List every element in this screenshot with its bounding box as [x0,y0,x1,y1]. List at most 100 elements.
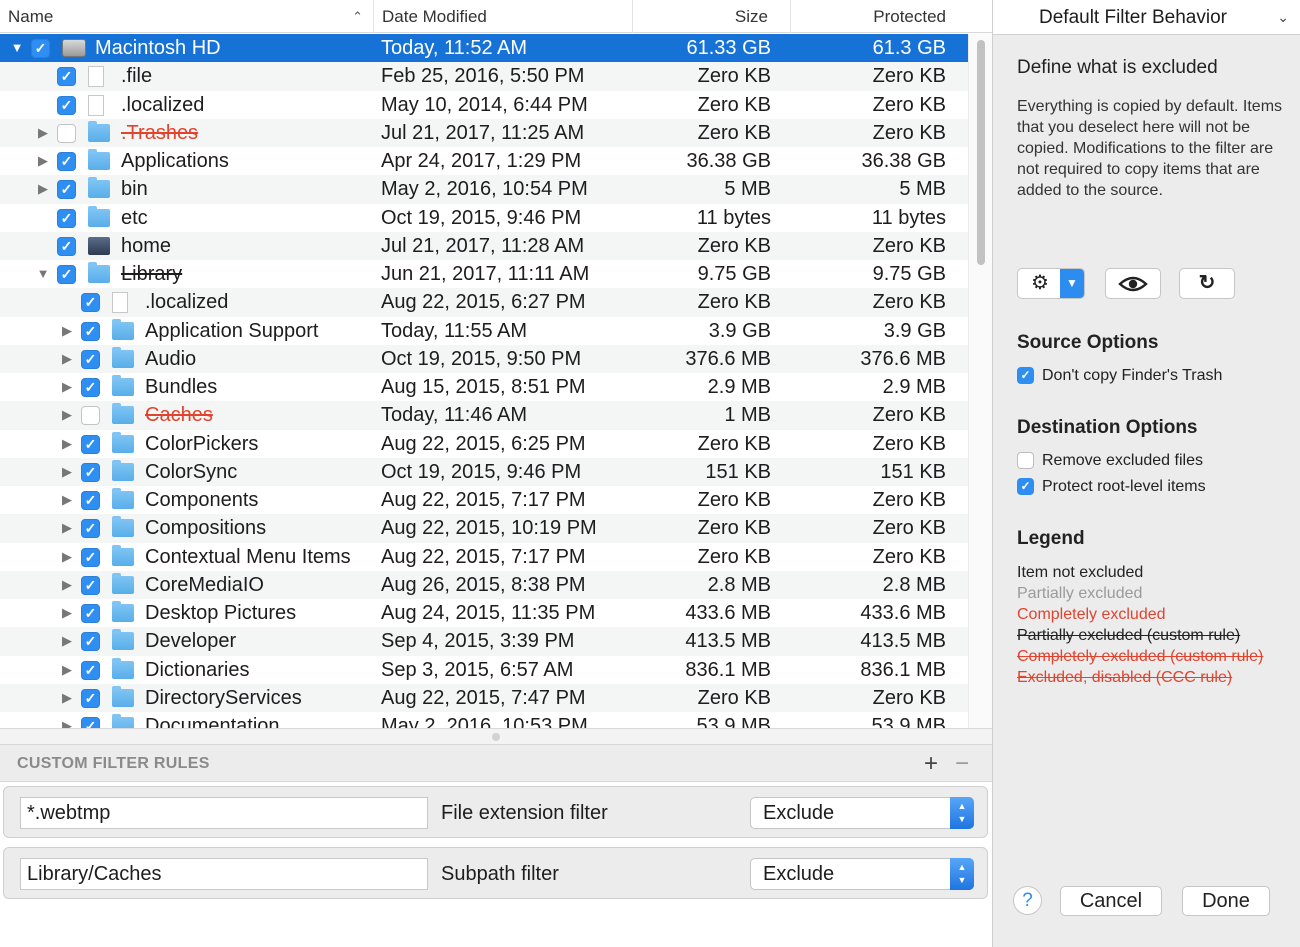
checkbox-checked[interactable]: ✓ [81,688,100,708]
checkbox-checked[interactable]: ✓ [81,717,100,728]
disclosure-collapsed-icon[interactable]: ▶ [60,656,74,684]
table-row[interactable]: ▶ ✓ ColorSync Oct 19, 2015, 9:46 PM 151 KB 15… [0,457,968,486]
disclosure-collapsed-icon[interactable]: ▶ [36,119,50,147]
disclosure-collapsed-icon[interactable]: ▶ [60,599,74,627]
table-row[interactable]: ✓ etc Oct 19, 2015, 9:46 PM 11 bytes 11 byte… [0,204,968,232]
checkbox-checked[interactable]: ✓ [81,547,100,567]
disclosure-collapsed-icon[interactable]: ▶ [60,627,74,655]
table-row[interactable]: ▼ ✓ Macintosh HD Today, 11:52 AM 61.33 GB 61.… [0,34,968,63]
disclosure-collapsed-icon[interactable]: ▶ [60,712,74,728]
file-name: DirectoryServices [145,686,302,709]
checkbox-checked[interactable]: ✓ [81,604,100,623]
column-header-size[interactable]: Size [633,0,791,33]
disclosure-collapsed-icon[interactable]: ▶ [60,571,74,599]
checkbox-checked[interactable]: ✓ [81,491,100,510]
column-name-label: Name [8,7,54,26]
disclosure-collapsed-icon[interactable]: ▶ [60,401,74,429]
table-row[interactable]: ▶ ✓ Bundles Aug 15, 2015, 8:51 PM 2.9 MB 2.9 … [0,373,968,401]
date-modified: Aug 26, 2015, 8:38 PM [381,573,586,596]
disclosure-collapsed-icon[interactable]: ▶ [60,543,74,571]
folder-icon [88,177,110,199]
checkbox-checked[interactable]: ✓ [57,265,76,284]
table-row[interactable]: ▼ ✓ Library Jun 21, 2017, 11:11 AM 9.75 GB 9.… [0,260,968,288]
date-modified: Oct 19, 2015, 9:50 PM [381,347,582,370]
rule-pattern-input[interactable] [20,858,428,890]
remove-rule-button[interactable]: − [951,751,973,777]
disclosure-collapsed-icon[interactable]: ▶ [60,430,74,458]
table-row[interactable]: ▶ ✓ Dictionaries Sep 3, 2015, 6:57 AM 836.1 … [0,656,968,684]
table-row[interactable]: ▶ ✓ CoreMediaIO Aug 26, 2015, 8:38 PM 2.8 MB… [0,570,968,599]
checkbox-checked[interactable]: ✓ [57,236,76,256]
rule-action-select[interactable]: Exclude ▲ ▼ [750,797,974,829]
table-row[interactable]: ▶ Caches Today, 11:46 AM 1 MB Zero KB [0,401,968,430]
checkbox-checked[interactable]: ✓ [81,575,100,595]
cancel-button[interactable]: Cancel [1060,886,1162,916]
checkbox-checked[interactable]: ✓ [81,519,100,539]
disclosure-collapsed-icon[interactable]: ▶ [60,317,74,345]
table-row[interactable]: ▶ ✓ bin May 2, 2016, 10:54 PM 5 MB 5 MB [0,175,968,204]
checkbox-checked[interactable]: ✓ [57,208,76,228]
disclosure-collapsed-icon[interactable]: ▶ [60,486,74,514]
table-row[interactable]: ▶ ✓ Contextual Menu Items Aug 22, 2015, 7:1… [0,543,968,571]
actions-menu-button[interactable]: ⚙ ▼ [1017,268,1085,299]
table-row[interactable]: ✓ .localized Aug 22, 2015, 6:27 PM Zero KB Z… [0,288,968,317]
reload-button[interactable]: ↻ [1179,268,1235,299]
table-row[interactable]: ✓ .file Feb 25, 2016, 5:50 PM Zero KB Zero K… [0,62,968,91]
protected-size: Zero KB [872,65,946,88]
rule-pattern-input[interactable] [20,797,428,829]
column-header-name[interactable]: Name ⌃ [0,0,374,33]
disclosure-collapsed-icon[interactable]: ▶ [60,684,74,712]
protected-size: Zero KB [872,489,946,511]
checkbox-checked[interactable]: ✓ [57,180,76,200]
table-row[interactable]: ▶ ✓ Documentation May 2, 2016, 10:53 PM 53.9… [0,712,968,728]
table-row[interactable]: ✓ home Jul 21, 2017, 11:28 AM Zero KB Zero K… [0,231,968,260]
disclosure-expanded-icon[interactable]: ▼ [10,34,24,62]
checkbox-checked[interactable]: ✓ [81,378,100,397]
table-row[interactable]: ▶ ✓ Applications Apr 24, 2017, 1:29 PM 36.38… [0,147,968,175]
file-size: Zero KB [697,291,771,314]
table-row[interactable]: ▶ ✓ ColorPickers Aug 22, 2015, 6:25 PM Zero … [0,430,968,458]
checkbox-checked[interactable]: ✓ [81,660,100,680]
disclosure-collapsed-icon[interactable]: ▶ [60,373,74,401]
help-button[interactable]: ? [1013,886,1042,915]
table-row[interactable]: ▶ ✓ Developer Sep 4, 2015, 3:39 PM 413.5 MB 4… [0,627,968,656]
column-header-date[interactable]: Date Modified [374,0,633,33]
checkbox-checked[interactable]: ✓ [57,95,76,115]
rule-action-select[interactable]: Exclude ▲ ▼ [750,858,974,890]
checkbox-checked[interactable]: ✓ [81,434,100,454]
disclosure-collapsed-icon[interactable]: ▶ [60,514,74,542]
split-view-divider[interactable] [0,728,992,744]
scroll-thumb[interactable] [977,40,985,265]
disclosure-expanded-icon[interactable]: ▼ [36,260,50,288]
table-row[interactable]: ▶ ✓ DirectoryServices Aug 22, 2015, 7:47 PM… [0,683,968,712]
checkbox-unchecked[interactable] [81,406,100,426]
checkbox-checked[interactable]: ✓ [31,39,50,58]
vertical-scrollbar[interactable] [968,34,992,728]
table-row[interactable]: ▶ .Trashes Jul 21, 2017, 11:25 AM Zero KB Ze… [0,118,968,147]
table-row[interactable]: ▶ ✓ Components Aug 22, 2015, 7:17 PM Zero KB… [0,486,968,514]
column-header-protected[interactable]: Protected [791,0,968,33]
checkbox-unchecked[interactable] [57,123,76,143]
checkbox-checked[interactable]: ✓ [81,632,100,652]
table-row[interactable]: ▶ ✓ Compositions Aug 22, 2015, 10:19 PM Zero… [0,514,968,543]
checkbox-checked[interactable]: ✓ [81,349,100,369]
disclosure-collapsed-icon[interactable]: ▶ [36,147,50,175]
add-rule-button[interactable]: + [920,751,942,777]
table-row[interactable]: ▶ ✓ Desktop Pictures Aug 24, 2015, 11:35 PM… [0,599,968,627]
checkbox-checked[interactable]: ✓ [57,152,76,171]
disclosure-collapsed-icon[interactable]: ▶ [60,458,74,486]
preview-button[interactable] [1105,268,1161,299]
disclosure-collapsed-icon[interactable]: ▶ [36,175,50,203]
checkbox-checked[interactable]: ✓ [81,293,100,313]
checkbox-checked[interactable]: ✓ [57,67,76,87]
disclosure-collapsed-icon[interactable]: ▶ [60,345,74,373]
table-row[interactable]: ▶ ✓ Application Support Today, 11:55 AM 3.9 … [0,317,968,345]
done-button[interactable]: Done [1182,886,1270,916]
checkbox-checked[interactable]: ✓ [81,462,100,482]
select-stepper-icon: ▲ ▼ [950,797,974,829]
folder-icon [112,459,134,481]
table-row[interactable]: ▶ ✓ Audio Oct 19, 2015, 9:50 PM 376.6 MB 376.… [0,344,968,373]
filter-behavior-popup[interactable]: Default Filter Behavior ⌄ [993,0,1300,35]
table-row[interactable]: ✓ .localized May 10, 2014, 6:44 PM Zero KB Z… [0,91,968,119]
checkbox-checked[interactable]: ✓ [81,321,100,341]
